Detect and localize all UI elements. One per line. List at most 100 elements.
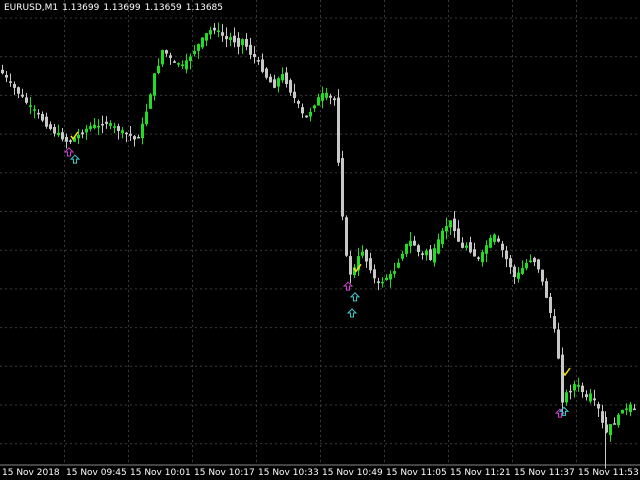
bear-candle	[633, 408, 636, 411]
bull-candle	[113, 126, 116, 128]
bull-candle	[161, 50, 164, 65]
bear-candle	[561, 354, 564, 403]
bull-candle	[317, 97, 320, 106]
bear-candle	[41, 113, 44, 121]
high-price: 1.13699	[103, 3, 141, 13]
bear-candle	[133, 136, 136, 140]
bear-candle	[597, 404, 600, 409]
bull-candle	[57, 132, 60, 136]
bull-candle	[85, 128, 88, 133]
bear-candle	[13, 84, 16, 88]
bull-candle	[229, 37, 232, 40]
price-chart[interactable]	[0, 0, 640, 480]
bull-candle	[529, 260, 532, 263]
bear-candle	[49, 124, 52, 129]
bear-candle	[253, 54, 256, 57]
close-price: 1.13685	[185, 3, 223, 13]
up-arrow-icon	[346, 308, 358, 318]
bull-candle	[393, 271, 396, 274]
bull-candle	[205, 33, 208, 41]
chart-header: EURUSD,M1 1.13699 1.13699 1.13659 1.13685	[4, 3, 227, 13]
bear-candle	[285, 72, 288, 85]
bear-candle	[173, 61, 176, 63]
bear-candle	[269, 76, 272, 83]
bull-candle	[493, 234, 496, 242]
bear-candle	[21, 94, 24, 97]
time-tick-label: 15 Nov 10:01	[130, 468, 191, 478]
bear-candle	[213, 27, 216, 31]
bear-candle	[497, 238, 500, 242]
bear-candle	[453, 218, 456, 232]
bull-candle	[209, 30, 212, 35]
bear-candle	[293, 91, 296, 99]
bear-candle	[469, 242, 472, 253]
bull-candle	[185, 60, 188, 70]
bear-candle	[45, 116, 48, 127]
bull-candle	[361, 251, 364, 256]
bear-candle	[25, 97, 28, 103]
bull-candle	[445, 226, 448, 232]
bull-candle	[197, 44, 200, 51]
bull-candle	[217, 30, 220, 33]
bear-candle	[581, 385, 584, 393]
bull-candle	[321, 93, 324, 101]
bear-candle	[245, 38, 248, 47]
bull-candle	[621, 409, 624, 414]
bull-candle	[565, 392, 568, 403]
bear-candle	[9, 81, 12, 83]
bear-candle	[5, 74, 8, 78]
bear-candle	[289, 80, 292, 93]
bull-candle	[157, 65, 160, 73]
bear-candle	[1, 69, 4, 74]
bear-candle	[461, 242, 464, 248]
bull-candle	[189, 56, 192, 62]
bear-candle	[365, 249, 368, 262]
time-tick-label: 15 Nov 11:05	[386, 468, 447, 478]
bull-candle	[93, 124, 96, 129]
time-tick-label: 15 Nov 10:33	[258, 468, 319, 478]
time-tick-label: 15 Nov 11:21	[450, 468, 511, 478]
bull-candle	[577, 384, 580, 387]
bull-candle	[97, 125, 100, 128]
bear-candle	[553, 316, 556, 329]
bull-candle	[425, 250, 428, 256]
chart-window[interactable]: EURUSD,M1 1.13699 1.13699 1.13659 1.13685 15…	[0, 0, 640, 480]
bear-candle	[505, 250, 508, 260]
bull-candle	[177, 63, 180, 65]
check-mark-icon	[70, 131, 79, 141]
bear-candle	[261, 59, 264, 72]
bull-candle	[465, 245, 468, 248]
bear-candle	[429, 249, 432, 261]
bear-candle	[549, 296, 552, 313]
time-tick-label: 15 Nov 2018	[2, 468, 60, 478]
bull-candle	[381, 281, 384, 284]
bear-candle	[65, 137, 68, 142]
bear-candle	[237, 37, 240, 47]
time-tick-label: 15 Nov 10:49	[322, 468, 383, 478]
bear-candle	[305, 115, 308, 118]
bull-candle	[385, 277, 388, 281]
bear-candle	[265, 68, 268, 78]
bull-candle	[201, 37, 204, 48]
bull-candle	[573, 384, 576, 391]
bear-candle	[125, 132, 128, 135]
bear-candle	[541, 269, 544, 282]
bear-candle	[337, 97, 340, 163]
bear-candle	[369, 258, 372, 271]
bear-candle	[169, 55, 172, 58]
bull-candle	[121, 130, 124, 134]
bull-candle	[309, 111, 312, 117]
bear-candle	[613, 423, 616, 425]
bear-candle	[81, 132, 84, 135]
bull-candle	[77, 134, 80, 139]
bear-candle	[513, 266, 516, 278]
bear-candle	[457, 228, 460, 242]
bear-candle	[329, 95, 332, 98]
bear-candle	[273, 79, 276, 88]
bear-candle	[17, 87, 20, 94]
time-tick-label: 15 Nov 11:37	[514, 468, 575, 478]
bull-candle	[609, 424, 612, 436]
up-arrow-icon	[63, 147, 75, 157]
bull-candle	[489, 237, 492, 248]
bull-candle	[617, 414, 620, 426]
